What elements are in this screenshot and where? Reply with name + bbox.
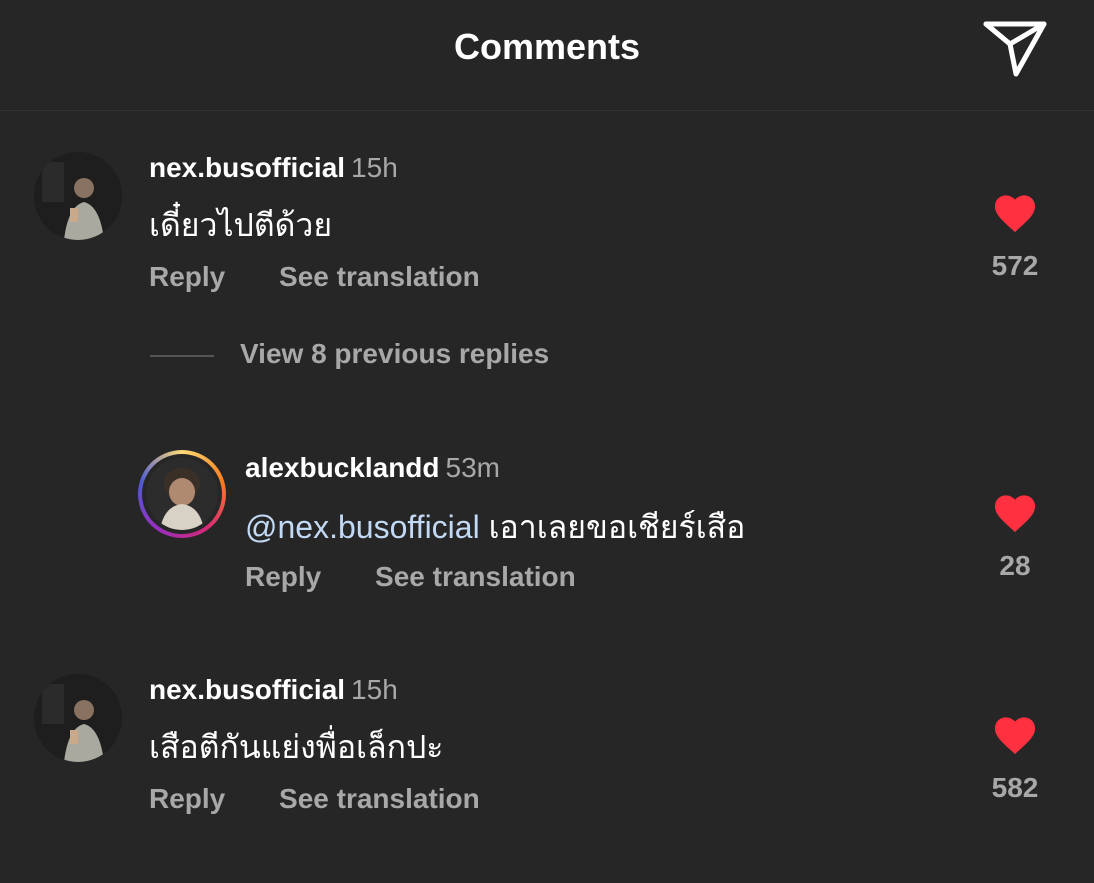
avatar[interactable] [34,152,122,240]
comment-actions: Reply See translation [149,261,480,293]
comment-header: alexbucklandd 53m [245,452,500,484]
heart-icon[interactable] [992,714,1038,756]
see-translation-button[interactable]: See translation [279,261,480,292]
timestamp: 53m [445,452,500,483]
comment-text: เสือตีกันแย่งพื่อเล็กปะ [149,729,444,765]
see-translation-button[interactable]: See translation [279,783,480,814]
comment-text: เดี๋ยวไปตีด้วย [149,207,333,243]
like-count: 582 [991,772,1039,803]
comment-header: nex.busofficial 15h [149,152,398,184]
reply-button[interactable]: Reply [149,783,225,814]
comment-header: nex.busofficial 15h [149,674,398,706]
reply-button[interactable]: Reply [149,261,225,292]
comment-text: @nex.busofficial เอาเลยขอเชียร์เสือ [245,502,745,553]
see-translation-button[interactable]: See translation [375,561,576,592]
like-count: 572 [991,250,1039,281]
username[interactable]: nex.busofficial [149,674,345,705]
page-title: Comments [453,26,641,67]
comment-actions: Reply See translation [245,561,576,593]
like-count: 28 [999,550,1031,581]
comment-actions: Reply See translation [149,783,480,815]
timestamp: 15h [351,674,398,705]
reply-button[interactable]: Reply [245,561,321,592]
username[interactable]: alexbucklandd [245,452,440,483]
comment-text-body: เอาเลยขอเชียร์เสือ [488,509,746,545]
avatar[interactable] [34,674,122,762]
like-control: 572 [970,192,1060,282]
divider-line [150,354,214,357]
avatar-story-ring[interactable] [138,450,226,538]
timestamp: 15h [351,152,398,183]
view-replies-label: View 8 previous replies [240,338,550,369]
comments-header: Comments [0,0,1094,111]
like-control: 28 [970,492,1060,582]
username[interactable]: nex.busofficial [149,152,345,183]
view-previous-replies-button[interactable]: View 8 previous replies [150,338,549,378]
avatar [142,454,222,534]
paper-plane-icon[interactable] [982,18,1048,78]
mention-link[interactable]: @nex.busofficial [245,509,480,545]
like-control: 582 [970,714,1060,804]
heart-icon[interactable] [992,492,1038,534]
heart-icon[interactable] [992,192,1038,234]
